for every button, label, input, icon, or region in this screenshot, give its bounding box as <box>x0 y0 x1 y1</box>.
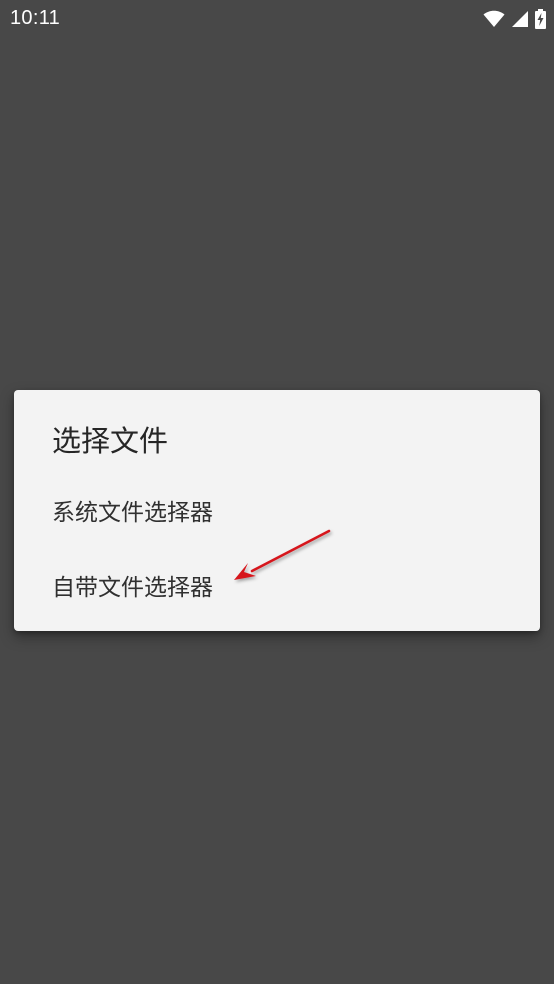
system-file-picker-option[interactable]: 系统文件选择器 <box>52 493 213 527</box>
status-bar: 10:11 <box>0 0 554 38</box>
dialog-title: 选择文件 <box>52 424 169 458</box>
builtin-file-picker-option[interactable]: 自带文件选择器 <box>52 568 213 602</box>
battery-charging-icon <box>535 9 546 29</box>
status-time: 10:11 <box>10 7 61 29</box>
wifi-icon <box>483 10 505 28</box>
cell-signal-icon <box>511 10 529 28</box>
file-chooser-dialog: 选择文件 系统文件选择器 自带文件选择器 <box>14 390 540 631</box>
status-icons <box>483 8 546 30</box>
